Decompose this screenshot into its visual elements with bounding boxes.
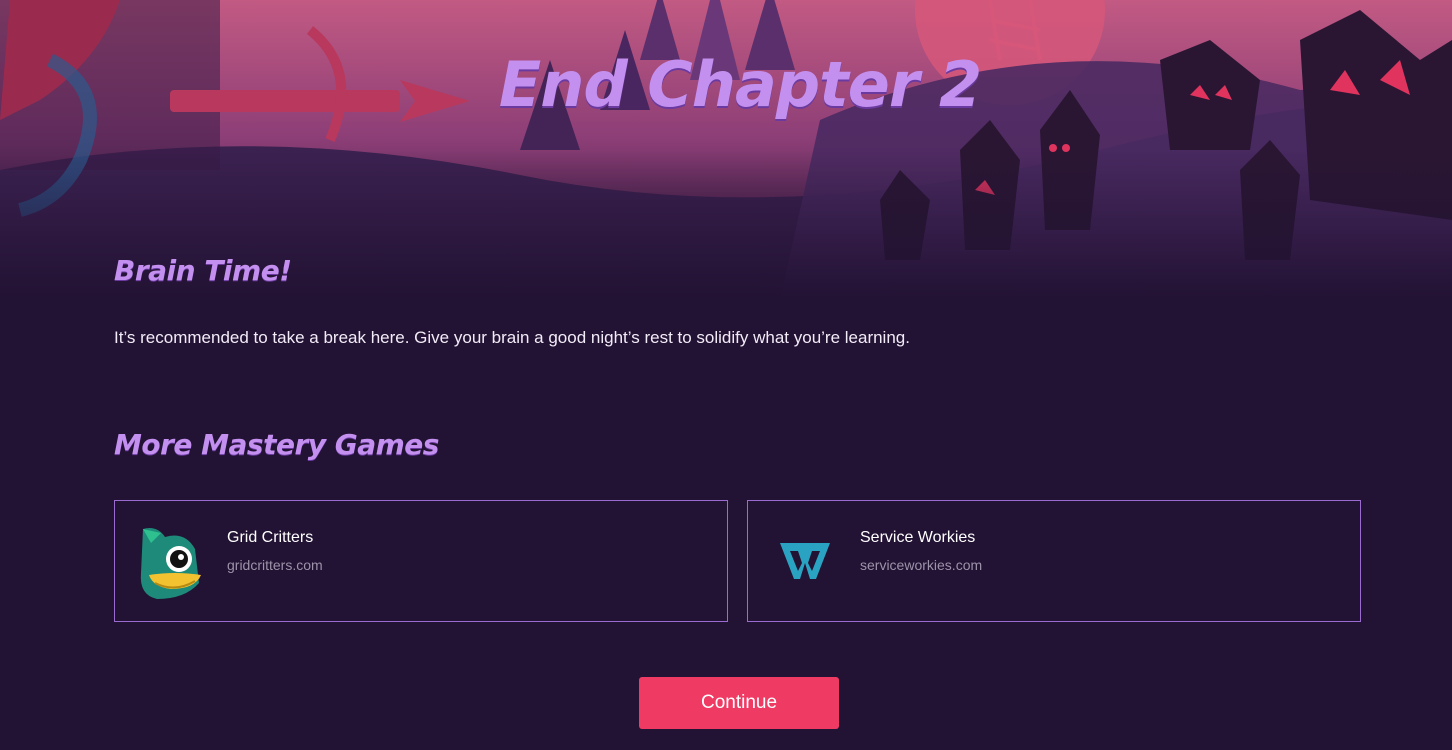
more-games-heading: More Mastery Games	[114, 428, 439, 461]
game-url: serviceworkies.com	[860, 557, 983, 573]
brain-time-text: It’s recommended to take a break here. G…	[114, 328, 910, 347]
game-card-grid-critters[interactable]: Grid Critters gridcritters.com	[114, 500, 728, 622]
page-title: End Chapter 2	[498, 48, 982, 121]
game-name: Grid Critters	[227, 529, 314, 546]
brain-time-heading: Brain Time!	[114, 254, 292, 287]
continue-button[interactable]: Continue	[639, 677, 839, 729]
game-url: gridcritters.com	[227, 557, 323, 573]
game-name: Service Workies	[860, 529, 976, 546]
game-card-service-workies[interactable]: Service Workies serviceworkies.com	[747, 500, 1361, 622]
service-workies-logo-icon	[768, 523, 844, 601]
grid-critters-logo-icon	[135, 523, 211, 601]
